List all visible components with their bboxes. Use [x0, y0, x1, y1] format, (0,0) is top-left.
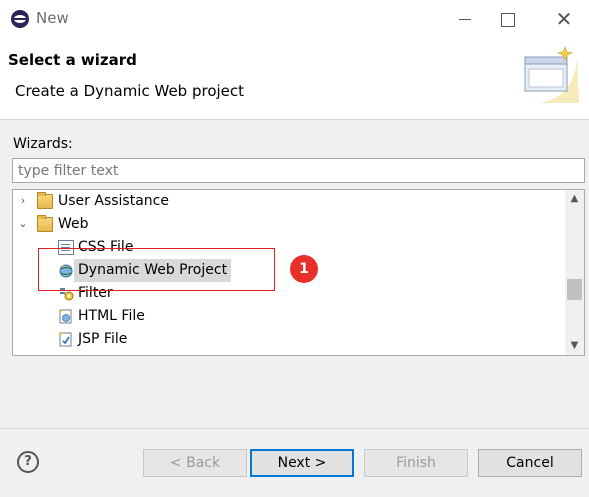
folder-icon	[37, 192, 53, 209]
page-title: Select a wizard	[8, 51, 137, 69]
vertical-scrollbar[interactable]: ▲ ▼	[565, 190, 584, 355]
finish-button[interactable]: Finish	[364, 449, 468, 477]
next-button[interactable]: Next >	[250, 449, 354, 477]
expand-icon[interactable]: ›	[18, 195, 28, 206]
collapse-icon[interactable]: ⌄	[18, 218, 28, 229]
tree-item-user-assistance[interactable]: › User Assistance	[13, 190, 563, 213]
html-file-icon	[59, 309, 72, 324]
eclipse-icon	[11, 10, 29, 28]
tree-item-web[interactable]: ⌄ Web	[13, 213, 563, 236]
tree-item-label: User Assistance	[58, 193, 169, 209]
back-button[interactable]: < Back	[143, 449, 247, 477]
title-bar: New ✕	[0, 0, 589, 38]
help-icon[interactable]: ?	[17, 451, 39, 473]
annotation-highlight-box	[38, 248, 275, 291]
cancel-button[interactable]: Cancel	[478, 449, 582, 477]
annotation-step-badge: 1	[290, 255, 318, 283]
jsp-file-icon	[59, 332, 72, 347]
tree-item-html-file[interactable]: HTML File	[13, 305, 563, 328]
scroll-down-icon[interactable]: ▼	[565, 337, 584, 355]
tree-item-label: Web	[58, 216, 89, 232]
tree-item-jsp-file[interactable]: JSP File	[13, 328, 563, 351]
scroll-thumb[interactable]	[567, 279, 582, 300]
maximize-button[interactable]	[490, 4, 526, 34]
wizards-label: Wizards:	[13, 136, 73, 152]
new-wizard-banner-icon	[524, 46, 579, 104]
minimize-button[interactable]	[447, 4, 483, 34]
window-title: New	[36, 9, 69, 27]
tree-item-label: JSP File	[78, 331, 128, 347]
page-description: Create a Dynamic Web project	[15, 82, 245, 100]
scroll-up-icon[interactable]: ▲	[565, 190, 584, 208]
wizard-header: Select a wizard Create a Dynamic Web pro…	[0, 38, 589, 120]
folder-icon	[37, 215, 53, 232]
close-button[interactable]: ✕	[546, 4, 582, 34]
tree-item-label: HTML File	[78, 308, 145, 324]
footer-divider	[0, 428, 589, 429]
filter-input[interactable]	[12, 158, 585, 183]
